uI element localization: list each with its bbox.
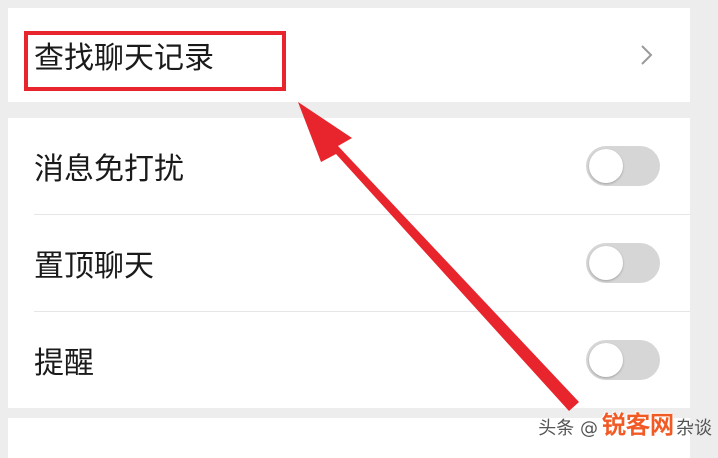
watermark-prefix: 头条 @ — [538, 418, 598, 439]
red-arrow-annotation — [298, 102, 579, 411]
watermark-suffix: 杂谈 — [676, 418, 712, 439]
watermark: 头条 @ 锐客网 杂谈 — [538, 405, 712, 440]
watermark-brand: 锐客网 — [602, 411, 674, 439]
